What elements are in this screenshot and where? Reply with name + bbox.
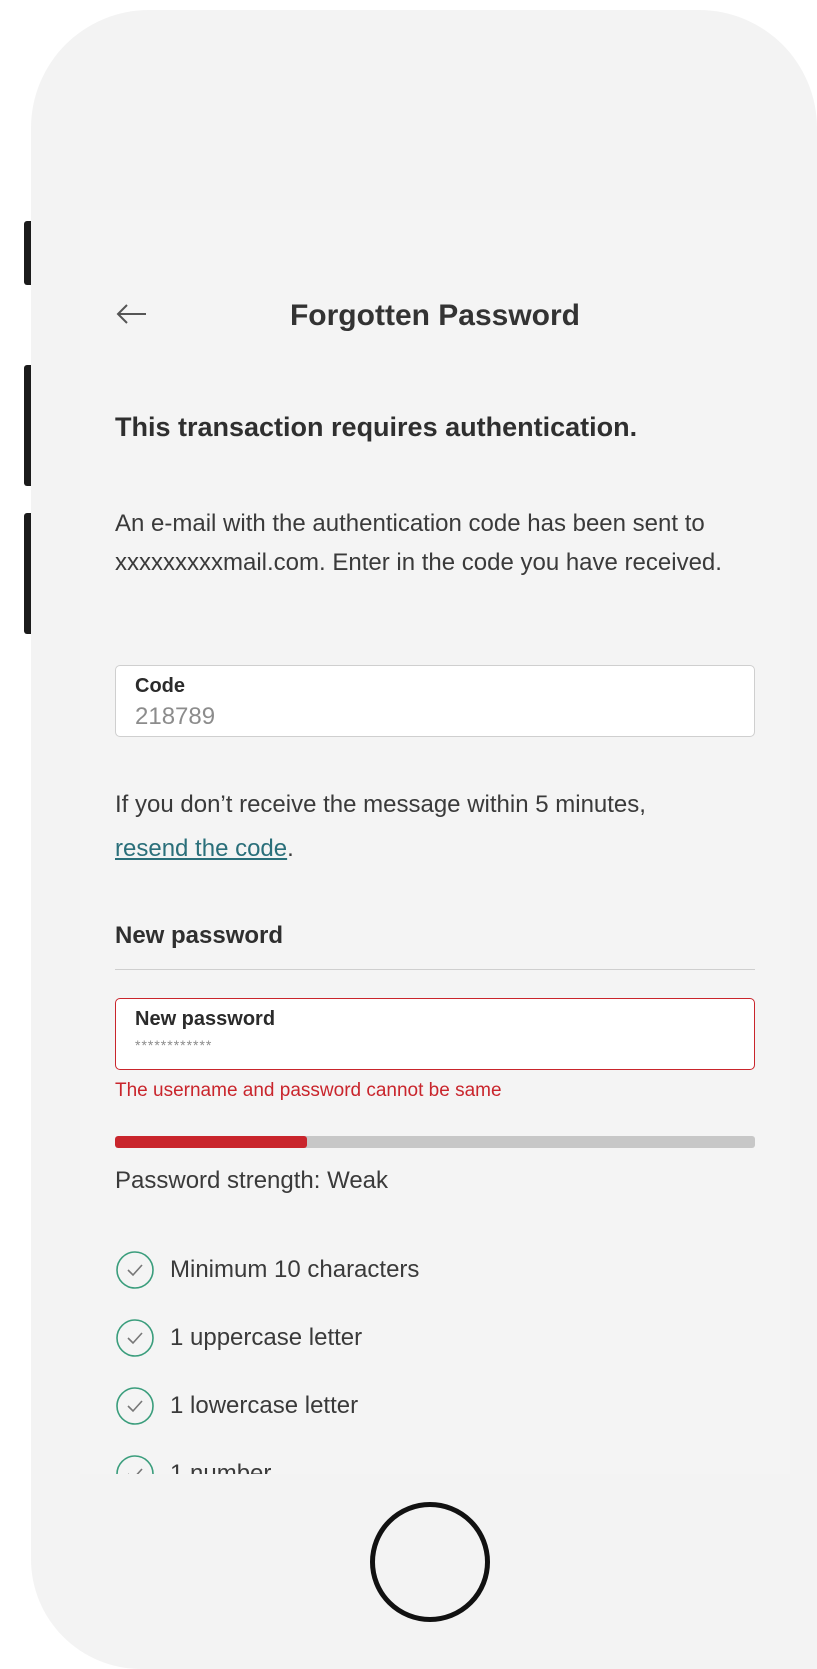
code-field[interactable]: Code (115, 665, 755, 737)
check-circle-icon (115, 1318, 155, 1358)
password-error-message: The username and password cannot be same (115, 1080, 502, 1101)
code-input[interactable] (135, 703, 735, 731)
resend-message: If you don’t receive the message within … (115, 783, 755, 871)
check-circle-icon (115, 1454, 155, 1474)
phone-side-button (24, 221, 31, 285)
resend-suffix: . (287, 835, 294, 862)
password-requirements-list: Minimum 10 characters 1 uppercase letter 1… (115, 1250, 755, 1474)
auth-description: An e-mail with the authentication code h… (115, 510, 722, 576)
password-strength-fill (115, 1136, 307, 1148)
header: Forgotten Password (80, 292, 790, 342)
requirement-label: 1 uppercase letter (170, 1324, 363, 1351)
new-password-field-label: New password (135, 1008, 276, 1030)
new-password-input[interactable] (135, 1037, 735, 1053)
requirement-label: 1 lowercase letter (170, 1392, 359, 1419)
requirement-label: Minimum 10 characters (170, 1256, 420, 1283)
requirement-label: 1 number (170, 1460, 272, 1474)
requirement-item: 1 uppercase letter (115, 1318, 755, 1386)
app-screen: Forgotten Password This transaction requ… (80, 210, 790, 1474)
password-strength-label: Password strength: Weak (115, 1167, 389, 1194)
home-button[interactable] (370, 1502, 490, 1622)
resend-text: If you don’t receive the message within … (115, 791, 646, 818)
page-title: Forgotten Password (289, 299, 581, 332)
new-password-field[interactable]: New password (115, 998, 755, 1070)
requirement-item: 1 lowercase letter (115, 1386, 755, 1454)
phone-volume-up-button (24, 365, 31, 486)
phone-volume-down-button (24, 513, 31, 634)
requirement-item: 1 number (115, 1454, 755, 1474)
new-password-section-title: New password (115, 922, 284, 949)
section-divider (115, 969, 755, 970)
code-field-label: Code (135, 675, 185, 697)
check-circle-icon (115, 1250, 155, 1290)
requirement-item: Minimum 10 characters (115, 1250, 755, 1318)
password-strength-bar (115, 1136, 755, 1148)
resend-code-link[interactable]: resend the code (115, 835, 287, 862)
check-circle-icon (115, 1386, 155, 1426)
auth-heading: This transaction requires authentication… (115, 412, 638, 442)
